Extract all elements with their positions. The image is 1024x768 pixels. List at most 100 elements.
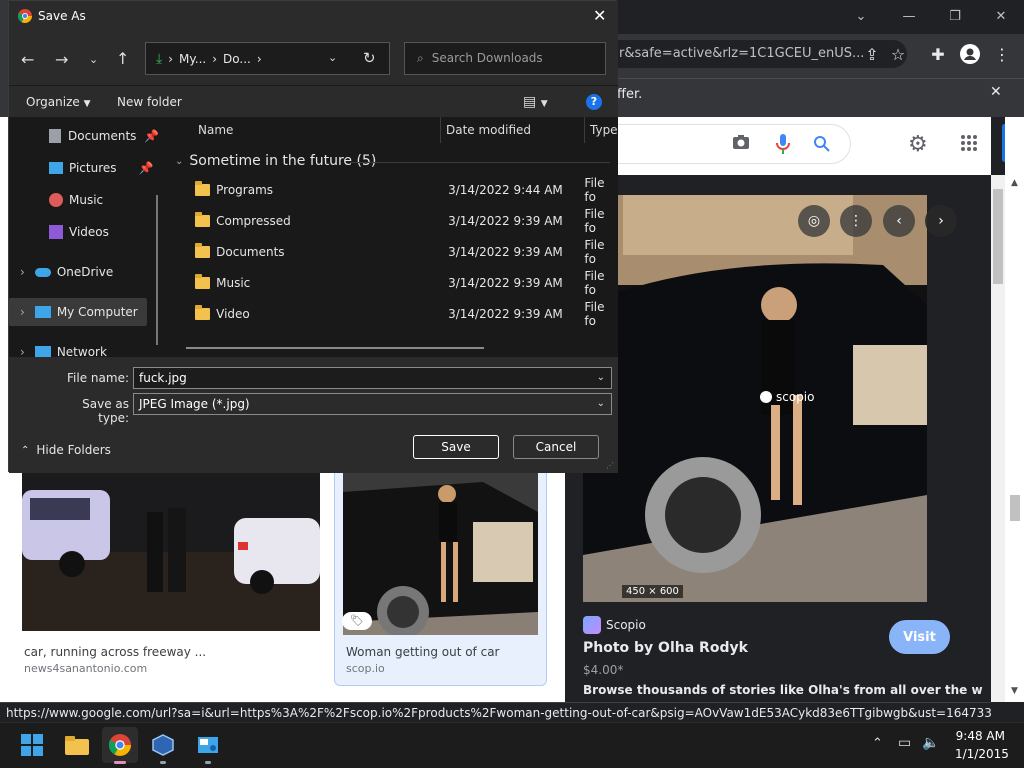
nav-item-videos[interactable]: Videos — [9, 218, 165, 246]
watermark: scopio — [760, 390, 814, 404]
save-button[interactable]: Save — [413, 435, 499, 459]
address-dropdown-icon[interactable]: ⌄ — [328, 51, 337, 64]
close-window-icon[interactable]: ✕ — [978, 2, 1024, 30]
result-thumbnail-police[interactable] — [22, 472, 320, 631]
previous-icon[interactable]: ‹ — [883, 205, 915, 237]
result-thumbnail-car[interactable] — [343, 472, 538, 635]
volume-icon[interactable]: 🔈 — [922, 735, 939, 751]
group-header-label: Sometime in the future (5) — [189, 153, 377, 169]
infobar-close-icon[interactable]: ✕ — [990, 84, 1002, 100]
column-divider[interactable] — [440, 117, 441, 143]
expand-chevron-icon[interactable]: › — [20, 265, 25, 279]
scroll-down-icon[interactable]: ▼ — [1011, 686, 1018, 696]
virtualbox-icon[interactable] — [145, 727, 181, 763]
bookmark-star-icon[interactable]: ☆ — [884, 40, 912, 68]
file-name: Compressed — [216, 214, 291, 228]
clock-time[interactable]: 9:48 AM — [955, 729, 1005, 743]
page-scrollbar[interactable] — [991, 175, 1005, 702]
expand-chevron-icon[interactable]: › — [20, 345, 25, 357]
horizontal-scrollbar[interactable] — [186, 347, 484, 349]
scrollbar-thumb[interactable] — [993, 189, 1003, 284]
search-icon[interactable] — [813, 135, 831, 156]
forward-arrow-icon[interactable]: → — [55, 50, 68, 69]
help-icon[interactable]: ? — [586, 94, 602, 110]
chrome-taskbar-icon[interactable] — [102, 727, 138, 763]
camera-icon[interactable] — [732, 134, 752, 154]
nav-item-my-computer[interactable]: › My Computer — [9, 298, 147, 326]
nav-item-network[interactable]: › Network — [9, 338, 165, 357]
network-tray-icon[interactable]: ▭ — [898, 735, 911, 751]
minimize-icon[interactable]: — — [886, 2, 932, 30]
cancel-button[interactable]: Cancel — [513, 435, 599, 459]
breadcrumb-item[interactable]: Do... — [223, 52, 251, 66]
file-row[interactable]: Programs 3/14/2022 9:44 AM File fo — [165, 176, 618, 204]
group-header[interactable]: ⌄ Sometime in the future (5) — [175, 153, 376, 169]
file-row[interactable]: Music 3/14/2022 9:39 AM File fo — [165, 269, 618, 297]
dialog-close-icon[interactable]: ✕ — [593, 6, 606, 25]
nav-scrollbar[interactable] — [156, 195, 158, 345]
nav-item-onedrive[interactable]: › OneDrive — [9, 258, 165, 286]
result-title[interactable]: Woman getting out of car — [346, 645, 499, 659]
file-row[interactable]: Documents 3/14/2022 9:39 AM File fo — [165, 238, 618, 266]
dropdown-arrow-icon[interactable]: ⌄ — [597, 394, 605, 414]
settings-gear-icon[interactable]: ⚙ — [908, 132, 928, 157]
refresh-icon[interactable]: ↻ — [363, 49, 376, 67]
hide-folders-toggle[interactable]: ⌃ Hide Folders — [21, 443, 111, 457]
file-row[interactable]: Video 3/14/2022 9:39 AM File fo — [165, 300, 618, 328]
column-header-type[interactable]: Type — [590, 123, 618, 137]
column-divider[interactable] — [584, 117, 585, 143]
file-date: 3/14/2022 9:39 AM — [448, 245, 563, 259]
next-icon[interactable]: › — [925, 205, 957, 237]
extensions-icon[interactable]: ✚ — [924, 40, 952, 68]
recent-locations-icon[interactable]: ⌄ — [89, 53, 98, 66]
chrome-logo-icon — [17, 9, 32, 26]
running-app-indicator — [205, 761, 211, 764]
start-windows-icon[interactable] — [14, 727, 50, 763]
tray-chevron-icon[interactable]: ⌃ — [872, 736, 883, 751]
clock-date[interactable]: 1/1/2015 — [955, 747, 1009, 761]
file-row[interactable]: Compressed 3/14/2022 9:39 AM File fo — [165, 207, 618, 235]
dropdown-arrow-icon[interactable]: ⌄ — [597, 368, 605, 388]
file-name-input[interactable]: fuck.jpg ⌄ — [133, 367, 612, 389]
photo-description: Browse thousands of stories like Olha's … — [583, 683, 983, 697]
profile-icon[interactable] — [956, 40, 984, 68]
lens-icon[interactable]: ◎ — [798, 205, 830, 237]
up-arrow-icon[interactable]: ↑ — [116, 49, 129, 68]
breadcrumb-item[interactable]: My... — [179, 52, 206, 66]
dialog-command-bar: Organize ▼ New folder ▤ ▼ ? — [9, 85, 618, 117]
voice-search-icon[interactable] — [776, 133, 790, 158]
nav-item-documents[interactable]: Documents 📌 — [9, 122, 165, 150]
tab-search-icon[interactable]: ⌄ — [838, 2, 884, 30]
expand-chevron-icon[interactable]: › — [20, 305, 25, 319]
more-options-icon[interactable]: ⋮ — [840, 205, 872, 237]
column-header-name[interactable]: Name — [198, 123, 233, 137]
visit-button[interactable]: Visit — [889, 620, 950, 654]
share-icon[interactable]: ⇪ — [858, 40, 886, 68]
apps-grid-icon[interactable] — [960, 134, 978, 155]
site-name[interactable]: Scopio — [606, 618, 646, 632]
search-downloads-input[interactable]: ⌕ Search Downloads — [404, 42, 606, 75]
result-title[interactable]: car, running across freeway ... — [24, 645, 206, 659]
scroll-up-icon[interactable]: ▲ — [1011, 178, 1018, 188]
save-type-select[interactable]: JPEG Image (*.jpg) ⌄ — [133, 393, 612, 415]
collapse-chevron-icon[interactable]: ⌄ — [175, 156, 183, 167]
address-bar[interactable]: ⤓ › My... › Do... › — [145, 42, 390, 75]
restore-icon[interactable]: ❐ — [932, 2, 978, 30]
file-explorer-icon[interactable] — [59, 727, 95, 763]
resize-grip-icon[interactable]: ⋰ — [606, 461, 614, 470]
dialog-titlebar[interactable]: Save As ✕ — [9, 1, 618, 33]
view-options-icon[interactable]: ▤ ▼ — [523, 94, 548, 110]
preview-image[interactable] — [583, 195, 927, 602]
menu-kebab-icon[interactable]: ⋮ — [988, 40, 1016, 68]
search-icon: ⌕ — [417, 51, 424, 65]
nav-item-music[interactable]: Music — [9, 186, 165, 214]
new-folder-button[interactable]: New folder — [117, 95, 182, 109]
folder-icon — [195, 243, 211, 258]
nav-item-pictures[interactable]: Pictures 📌 — [9, 154, 165, 182]
back-arrow-icon[interactable]: ← — [21, 50, 34, 69]
control-panel-icon[interactable] — [190, 727, 226, 763]
photo-title[interactable]: Photo by Olha Rodyk — [583, 640, 748, 656]
outer-scrollbar-thumb[interactable] — [1010, 495, 1020, 521]
column-header-date[interactable]: Date modified — [446, 123, 531, 137]
organize-button[interactable]: Organize ▼ — [26, 95, 91, 109]
